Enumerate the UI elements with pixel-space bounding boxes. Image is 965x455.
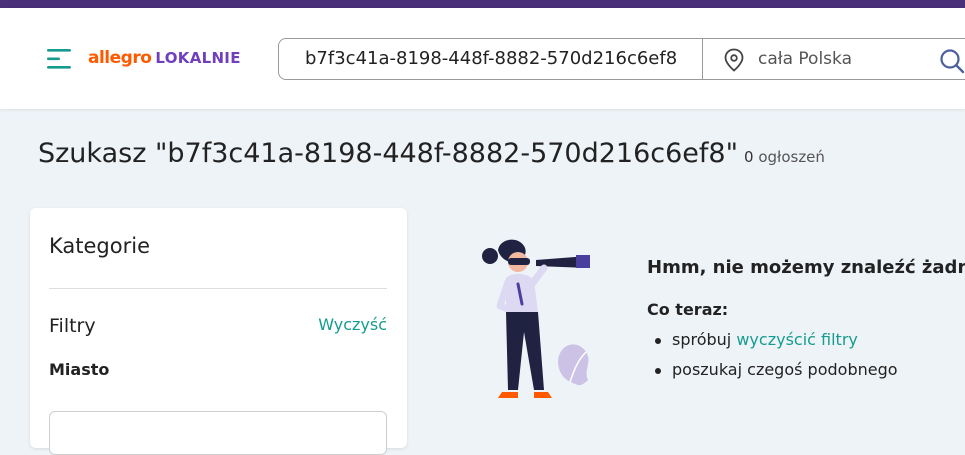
bullet [655,367,661,374]
search-divider [702,39,703,79]
clear-filters-link[interactable]: wyczyścić filtry [736,330,858,349]
results-heading: Szukasz "b7f3c41a-8198-448f-8882-570d216… [38,138,825,169]
empty-state-illustration [482,239,590,398]
empty-state-message: Hmm, nie możemy znaleźć żadne [647,257,965,278]
suggestions-list: spróbuj wyczyścić filtry poszukaj czegoś… [655,328,898,388]
categories-heading[interactable]: Kategorie [49,234,150,258]
search-icon[interactable] [939,48,965,74]
list-item: spróbuj wyczyścić filtry [655,328,898,358]
city-label: Miasto [49,360,110,379]
results-count: 0 ogłoszeń [744,148,825,166]
results-count-label: ogłoszeń [758,148,825,166]
tip-text: spróbuj [672,330,732,349]
menu-icon[interactable] [47,48,73,70]
location-input[interactable]: cała Polska [758,39,852,79]
results-count-value: 0 [744,148,754,166]
top-stripe [0,0,965,8]
bullet [655,337,661,344]
what-now-heading: Co teraz: [647,300,729,319]
list-item: poszukaj czegoś podobnego [655,358,898,388]
sidebar-divider [49,288,387,289]
location-pin-icon [724,48,744,72]
filters-heading: Filtry [49,315,96,337]
search-bar: b7f3c41a-8198-448f-8882-570d216c6ef8 cał… [278,38,965,80]
logo-allegro: allegro [88,48,152,68]
logo[interactable]: allegro LOKALNIE [88,48,241,70]
header: allegro LOKALNIE b7f3c41a-8198-448f-8882… [0,8,965,109]
clear-filters-button[interactable]: Wyczyść [318,315,387,334]
logo-lokalnie: LOKALNIE [155,49,241,67]
page-title: Szukasz "b7f3c41a-8198-448f-8882-570d216… [38,138,739,169]
search-input[interactable]: b7f3c41a-8198-448f-8882-570d216c6ef8 [305,39,677,79]
filters-sidebar: Kategorie Filtry Wyczyść Miasto [30,208,407,455]
tip-text: poszukaj czegoś podobnego [672,360,898,379]
city-input[interactable] [49,411,387,455]
